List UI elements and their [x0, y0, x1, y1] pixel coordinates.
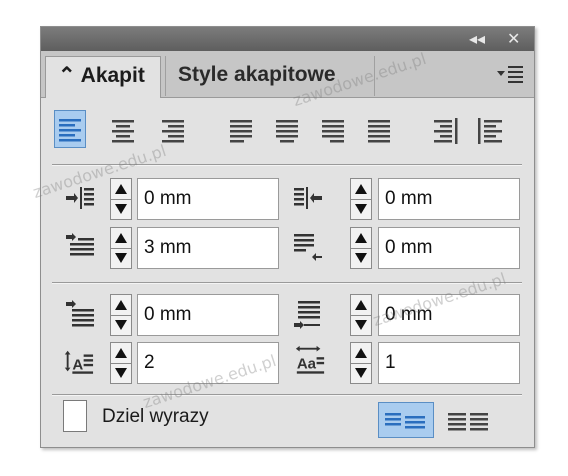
hyphenate-label: Dziel wyrazy: [102, 406, 209, 427]
align-toward-spine-icon[interactable]: [430, 112, 460, 148]
right-indent-icon: [294, 187, 322, 209]
drop-cap-chars-stepper[interactable]: [350, 342, 372, 384]
first-line-indent-stepper[interactable]: [110, 227, 132, 269]
right-indent-field[interactable]: 0 mm: [378, 178, 520, 220]
last-line-right-indent-field[interactable]: 0 mm: [378, 227, 520, 269]
space-after-field[interactable]: 0 mm: [378, 294, 520, 336]
space-after-stepper[interactable]: [350, 294, 372, 336]
span-columns-button[interactable]: [378, 402, 434, 438]
drop-cap-lines-stepper[interactable]: [110, 342, 132, 384]
svg-text:Aa: Aa: [297, 355, 317, 372]
tab-paragraph-styles[interactable]: Style akapitowe: [165, 56, 375, 96]
tab-paragraph[interactable]: ⌃ Akapit: [45, 56, 161, 98]
space-before-field[interactable]: 0 mm: [137, 294, 279, 336]
left-indent-icon: [66, 187, 94, 209]
align-left-button[interactable]: [54, 110, 86, 148]
close-icon[interactable]: ✕: [507, 30, 520, 48]
drop-cap-lines-icon: A: [64, 350, 94, 374]
align-center-icon[interactable]: [108, 112, 138, 148]
justify-center-icon[interactable]: [272, 112, 302, 148]
justify-left-icon[interactable]: [226, 112, 256, 148]
split-columns-icon[interactable]: [444, 404, 494, 438]
panel-menu-icon[interactable]: [495, 63, 525, 85]
drop-cap-lines-field[interactable]: 2: [137, 342, 279, 384]
first-line-indent-icon: [66, 233, 94, 256]
left-indent-stepper[interactable]: [110, 178, 132, 220]
first-line-indent-field[interactable]: 3 mm: [137, 227, 279, 269]
justify-right-icon[interactable]: [318, 112, 348, 148]
separator: [52, 164, 522, 166]
collapse-icon[interactable]: ◂◂: [469, 30, 485, 48]
align-left-icon: [59, 119, 81, 142]
space-after-icon: [294, 301, 320, 329]
drop-cap-chars-field[interactable]: 1: [378, 342, 520, 384]
last-line-right-indent-stepper[interactable]: [350, 227, 372, 269]
panel-titlebar[interactable]: ◂◂ ✕: [41, 27, 534, 51]
span-columns-icon: [385, 413, 425, 429]
left-indent-field[interactable]: 0 mm: [137, 178, 279, 220]
right-indent-stepper[interactable]: [350, 178, 372, 220]
separator: [52, 394, 522, 396]
separator: [52, 282, 522, 284]
align-right-icon[interactable]: [158, 112, 188, 148]
align-away-from-spine-icon[interactable]: [476, 112, 506, 148]
drop-cap-chars-icon: Aa: [295, 345, 325, 374]
hyphenate-checkbox[interactable]: [63, 400, 87, 432]
panel-tabs: ⌃ Akapit Style akapitowe: [41, 51, 534, 98]
last-line-right-indent-icon: [294, 234, 322, 261]
justify-all-icon[interactable]: [364, 112, 394, 148]
space-before-icon: [66, 300, 94, 327]
svg-text:A: A: [72, 357, 83, 374]
space-before-stepper[interactable]: [110, 294, 132, 336]
